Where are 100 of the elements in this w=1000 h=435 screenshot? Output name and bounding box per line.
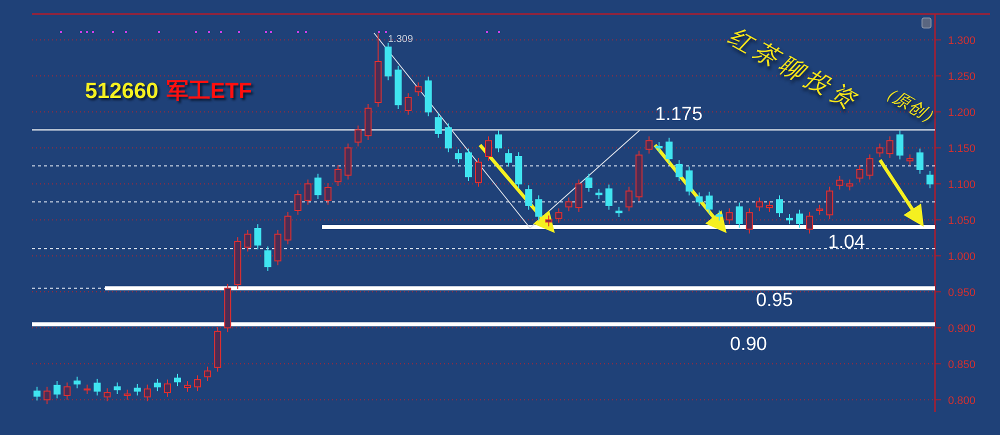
candle: [535, 194, 542, 222]
candle: [906, 154, 914, 166]
candle: [666, 137, 673, 164]
candle: [505, 148, 512, 168]
candle: [234, 236, 242, 290]
candle: [856, 164, 864, 183]
candle: [766, 200, 773, 212]
candle: [656, 142, 663, 153]
candle: [786, 214, 794, 225]
candle: [605, 184, 612, 210]
candle: [575, 179, 582, 212]
candle: [124, 389, 131, 400]
candle: [404, 92, 412, 116]
candle: [615, 206, 622, 218]
author-caption: 红茶聊投资: [722, 20, 865, 118]
candle: [424, 76, 432, 117]
candle: [525, 184, 532, 210]
candle: [224, 283, 232, 333]
candle: [364, 103, 372, 140]
candle: [384, 42, 392, 81]
price-label: 1.050: [948, 214, 976, 227]
candle: [464, 148, 472, 182]
candle: [926, 170, 934, 189]
candle: [736, 202, 743, 228]
price-label: 0.900: [948, 322, 976, 335]
price-label: 1.200: [948, 106, 976, 119]
candle: [846, 179, 854, 191]
candle: [636, 150, 643, 202]
price-label: 0.800: [948, 394, 976, 407]
candle: [254, 224, 262, 250]
candle: [646, 136, 653, 154]
peak-label: 1.309: [388, 34, 414, 45]
panel-icon: [922, 18, 932, 28]
candle: [474, 157, 482, 188]
candle: [796, 209, 804, 228]
candle: [776, 194, 783, 218]
candle: [264, 246, 272, 272]
candle: [886, 136, 894, 158]
price-label: 0.950: [948, 286, 976, 299]
candle: [204, 366, 212, 382]
candle: [284, 211, 292, 245]
candle: [414, 82, 422, 97]
candle: [164, 379, 171, 398]
candle: [495, 130, 502, 153]
candle: [144, 384, 151, 402]
candle: [154, 378, 161, 392]
candle: [434, 112, 442, 138]
level-label: 1.04: [828, 232, 865, 254]
candle: [324, 182, 332, 206]
candle: [334, 164, 342, 186]
fund-code: 512660: [85, 78, 158, 104]
candle: [354, 125, 362, 147]
price-label: 0.850: [948, 358, 976, 371]
candle: [826, 186, 834, 220]
price-label: 1.000: [948, 250, 976, 263]
candle: [314, 173, 322, 200]
down-arrow: [878, 159, 924, 227]
candle: [485, 136, 492, 162]
candle: [394, 65, 402, 110]
candle: [806, 211, 814, 234]
candle: [74, 376, 81, 389]
level-label: 1.175: [655, 104, 703, 125]
candle: [595, 188, 602, 200]
candle: [454, 148, 462, 164]
candle: [716, 210, 723, 222]
candle: [565, 197, 572, 212]
price-label: 1.150: [948, 142, 976, 155]
candle: [816, 204, 824, 216]
candle: [134, 383, 141, 396]
candle: [304, 179, 312, 206]
candle: [585, 173, 592, 192]
candle: [515, 152, 522, 189]
original-mark: （原创）: [874, 78, 945, 132]
candle: [545, 215, 552, 227]
candle: [194, 374, 202, 392]
candle: [756, 197, 763, 212]
candle: [244, 229, 252, 252]
level-label: 0.95: [756, 290, 793, 312]
candle: [34, 386, 41, 401]
candle: [214, 326, 222, 372]
price-label: 1.100: [948, 178, 976, 191]
candle: [444, 122, 452, 153]
candle: [706, 191, 713, 214]
candle: [344, 143, 352, 180]
level-label: 0.90: [730, 334, 767, 356]
candle: [696, 192, 703, 207]
candle: [84, 384, 91, 394]
candle: [916, 148, 924, 174]
candle: [866, 154, 874, 180]
candle: [54, 380, 61, 399]
candle: [294, 190, 302, 216]
candle: [836, 175, 844, 190]
price-label: 1.250: [948, 70, 976, 83]
fund-name: 军工ETF: [166, 77, 252, 105]
candle: [104, 388, 111, 402]
candle: [676, 160, 683, 182]
candle: [686, 166, 693, 196]
candle: [896, 130, 904, 160]
candle: [726, 208, 733, 225]
candle: [274, 229, 282, 266]
